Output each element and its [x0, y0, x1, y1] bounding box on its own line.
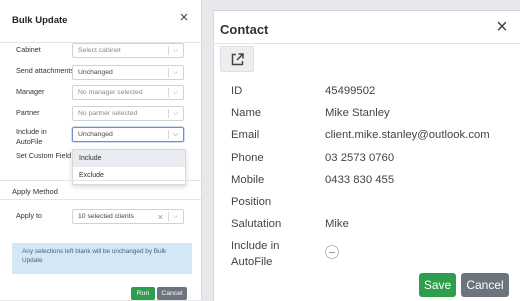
section-divider — [0, 199, 201, 200]
manager-select[interactable]: No manager selected ⌵ — [72, 85, 184, 100]
phone-label: Phone — [231, 152, 264, 164]
chevron-down-icon[interactable]: ⌵ — [171, 129, 180, 140]
dropdown-option-include[interactable]: Include — [73, 150, 185, 167]
include-autofile-select-value: Unchanged — [78, 131, 113, 138]
position-label: Position — [231, 196, 272, 208]
apply-method-title: Apply Method — [12, 187, 58, 196]
apply-to-label: Apply to — [16, 211, 42, 220]
chevron-down-icon[interactable]: ⌵ — [171, 211, 180, 222]
cabinet-label: Cabinet — [16, 45, 41, 54]
select-separator — [168, 130, 169, 139]
toggle-indeterminate-icon[interactable] — [325, 245, 339, 259]
mobile-value: 0433 830 455 — [325, 174, 395, 186]
clear-icon[interactable]: × — [158, 211, 163, 223]
apply-to-select-value: 10 selected clients — [78, 213, 134, 220]
name-label: Name — [231, 107, 262, 119]
dropdown-option-exclude[interactable]: Exclude — [73, 167, 185, 184]
open-external-button[interactable] — [220, 46, 254, 72]
cabinet-select[interactable]: Select cabinet ⌵ — [72, 43, 184, 58]
select-separator — [168, 109, 169, 118]
salutation-label: Salutation — [231, 218, 282, 230]
cancel-button[interactable]: Cancel — [157, 287, 187, 300]
send-attachments-select[interactable]: Unchanged ⌵ — [72, 65, 184, 80]
partner-select-value: No partner selected — [78, 110, 138, 117]
info-message: Any selections left blank will be unchan… — [12, 243, 192, 274]
name-value: Mike Stanley — [325, 107, 390, 119]
header-divider — [214, 43, 520, 44]
cancel-button[interactable]: Cancel — [461, 273, 509, 297]
include-autofile-label-line1: Include in — [16, 127, 47, 136]
bulk-update-dialog: Bulk Update × Cabinet Select cabinet ⌵ S… — [0, 0, 202, 300]
cabinet-select-value: Select cabinet — [78, 47, 121, 54]
include-autofile-label-line2: AutoFile — [16, 137, 43, 146]
manager-label: Manager — [16, 87, 45, 96]
id-label: ID — [231, 85, 243, 97]
bulk-update-title: Bulk Update — [12, 15, 68, 26]
apply-to-select[interactable]: 10 selected clients × ⌵ — [72, 209, 184, 224]
include-autofile-label-line2: AutoFile — [231, 256, 273, 268]
chevron-down-icon[interactable]: ⌵ — [171, 87, 180, 98]
select-separator — [168, 46, 169, 55]
salutation-value: Mike — [325, 218, 349, 230]
bulk-update-header: Bulk Update × — [0, 0, 201, 43]
phone-value: 03 2573 0760 — [325, 152, 395, 164]
contact-dialog: Contact × ID 45499502 Name Mike Stanley … — [213, 10, 520, 301]
manager-select-value: No manager selected — [78, 89, 143, 96]
include-autofile-label-line1: Include in — [231, 240, 280, 252]
select-separator — [168, 212, 169, 221]
send-attachments-select-value: Unchanged — [78, 69, 113, 76]
partner-select[interactable]: No partner selected ⌵ — [72, 106, 184, 121]
external-link-icon — [231, 53, 244, 66]
contact-title: Contact — [220, 22, 269, 37]
run-button[interactable]: Run — [131, 287, 155, 300]
set-custom-field-label[interactable]: Set Custom Field — [16, 151, 71, 160]
include-autofile-select[interactable]: Unchanged ⌵ — [72, 127, 184, 142]
chevron-down-icon[interactable]: ⌵ — [171, 108, 180, 119]
send-attachments-label: Send attachments — [16, 66, 74, 75]
id-value: 45499502 — [325, 85, 376, 97]
section-divider — [0, 180, 201, 181]
chevron-down-icon[interactable]: ⌵ — [171, 45, 180, 56]
partner-label: Partner — [16, 108, 40, 117]
email-value: client.mike.stanley@outlook.com — [325, 129, 490, 141]
close-icon[interactable]: × — [493, 17, 511, 37]
mobile-label: Mobile — [231, 174, 265, 186]
email-label: Email — [231, 129, 260, 141]
save-button[interactable]: Save — [419, 273, 456, 297]
close-icon[interactable]: × — [177, 10, 191, 25]
chevron-down-icon[interactable]: ⌵ — [171, 67, 180, 78]
select-separator — [168, 88, 169, 97]
select-separator — [168, 68, 169, 77]
